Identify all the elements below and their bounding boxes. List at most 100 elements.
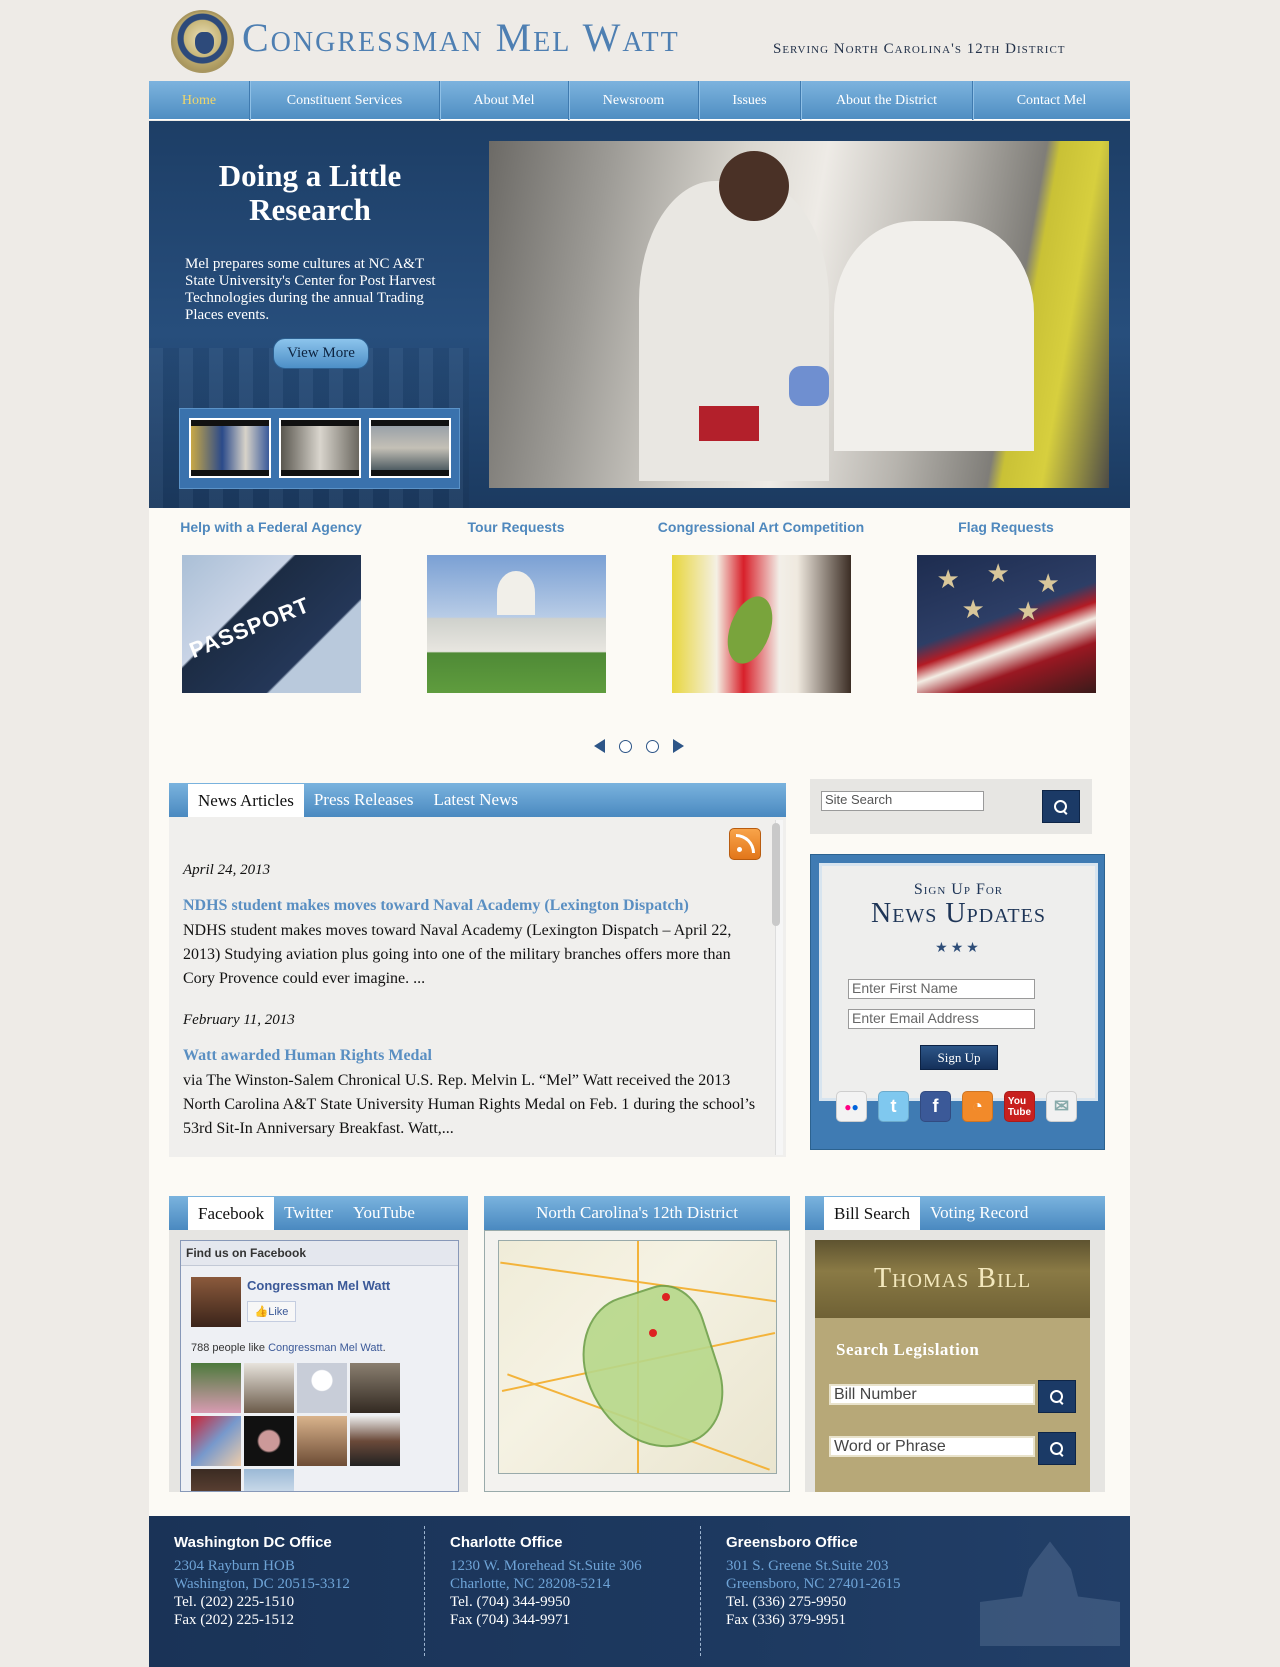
fan-avatar[interactable] xyxy=(297,1363,347,1413)
fan-avatar[interactable] xyxy=(350,1363,400,1413)
email-input[interactable]: Enter Email Address xyxy=(848,1009,1035,1029)
rss-icon[interactable]: ◔ xyxy=(962,1091,993,1122)
fan-avatar[interactable] xyxy=(350,1416,400,1466)
tab-latest-news[interactable]: Latest News xyxy=(423,783,528,817)
fb-like-label: Like xyxy=(268,1305,289,1318)
service-title[interactable]: Congressional Art Competition xyxy=(651,519,871,539)
hero-thumbnail-1[interactable] xyxy=(189,418,271,478)
hero-photo[interactable] xyxy=(489,141,1109,488)
office-address-line2[interactable]: Greensboro, NC 27401-2615 xyxy=(726,1575,981,1593)
thumbs-up-icon: 👍 xyxy=(254,1306,269,1318)
tab-youtube[interactable]: YouTube xyxy=(343,1196,425,1230)
tab-facebook[interactable]: Facebook xyxy=(188,1197,275,1230)
search-icon xyxy=(1050,1441,1064,1456)
capitol-image[interactable] xyxy=(426,555,606,693)
facebook-icon[interactable]: f xyxy=(920,1091,951,1122)
word-or-phrase-input[interactable]: Word or Phrase xyxy=(829,1436,1035,1457)
hero-thumbnail-3[interactable] xyxy=(369,418,451,478)
flag-image[interactable]: ★ ★ ★ ★ ★ xyxy=(916,555,1096,693)
office-address-line1[interactable]: 301 S. Greene St.Suite 203 xyxy=(726,1557,981,1575)
search-legislation-label: Search Legislation xyxy=(836,1340,980,1359)
service-flag-requests[interactable]: Flag Requests ★ ★ ★ ★ ★ xyxy=(896,519,1116,693)
house-seal-logo[interactable] xyxy=(171,10,234,73)
hero-thumbnail-2[interactable] xyxy=(279,418,361,478)
search-icon xyxy=(1050,1389,1064,1404)
rss-feed-icon[interactable] xyxy=(729,828,761,860)
fan-avatar[interactable] xyxy=(297,1416,347,1466)
office-address-line1[interactable]: 1230 W. Morehead St.Suite 306 xyxy=(450,1557,705,1575)
twitter-icon[interactable]: t xyxy=(878,1091,909,1122)
nav-constituent-services[interactable]: Constituent Services xyxy=(250,81,440,120)
office-address-line2[interactable]: Washington, DC 20515-3312 xyxy=(174,1575,429,1593)
service-tour-requests[interactable]: Tour Requests xyxy=(406,519,626,693)
tab-twitter[interactable]: Twitter xyxy=(274,1196,343,1230)
page-avatar[interactable] xyxy=(191,1277,241,1327)
carousel-pager xyxy=(594,739,684,753)
nav-home[interactable]: Home xyxy=(149,81,250,120)
fan-avatar[interactable] xyxy=(244,1469,294,1491)
nav-about-the-district[interactable]: About the District xyxy=(801,81,973,120)
office-address-line1[interactable]: 2304 Rayburn HOB xyxy=(174,1557,429,1575)
service-title[interactable]: Flag Requests xyxy=(896,519,1116,539)
nav-contact-mel[interactable]: Contact Mel xyxy=(973,81,1130,120)
news-scrollbar[interactable] xyxy=(772,820,783,1155)
stars-divider: ★★★ xyxy=(935,941,982,956)
nav-issues[interactable]: Issues xyxy=(699,81,801,120)
passport-image-text: PASSPORT xyxy=(185,592,313,663)
art-image[interactable] xyxy=(671,555,851,693)
service-title[interactable]: Help with a Federal Agency xyxy=(161,519,381,539)
tab-news-articles[interactable]: News Articles xyxy=(188,784,304,817)
office-fax: Fax (704) 344-9971 xyxy=(450,1612,570,1628)
view-more-button[interactable]: View More xyxy=(273,338,369,369)
map-pin-icon[interactable] xyxy=(649,1329,657,1337)
bill-number-search-button[interactable] xyxy=(1038,1380,1076,1413)
office-washington: Washington DC Office 2304 Rayburn HOB Wa… xyxy=(174,1534,429,1629)
flickr-icon[interactable]: ● ● xyxy=(836,1091,867,1122)
site-search-input[interactable]: Site Search xyxy=(821,791,984,811)
service-title[interactable]: Tour Requests xyxy=(406,519,626,539)
tab-voting-record[interactable]: Voting Record xyxy=(920,1196,1038,1230)
bill-number-input[interactable]: Bill Number xyxy=(829,1384,1035,1405)
email-icon[interactable]: ✉ xyxy=(1046,1091,1077,1122)
youtube-icon[interactable]: You Tube xyxy=(1004,1091,1035,1122)
pager-dot-2[interactable] xyxy=(646,739,659,753)
footer-divider xyxy=(700,1526,701,1656)
pager-dot-1[interactable] xyxy=(619,739,632,753)
district-map[interactable] xyxy=(498,1240,777,1474)
first-name-input[interactable]: Enter First Name xyxy=(848,979,1035,999)
fb-page-link[interactable]: Congressman Mel Watt xyxy=(268,1342,383,1354)
previous-arrow-icon[interactable] xyxy=(594,739,605,753)
site-subtitle: Serving North Carolina's 12th District xyxy=(773,41,1066,57)
word-search-button[interactable] xyxy=(1038,1432,1076,1465)
fb-like-button[interactable]: 👍 Like xyxy=(247,1301,296,1322)
site-title[interactable]: Congressman Mel Watt xyxy=(242,18,680,58)
signup-heading: News Updates xyxy=(870,898,1046,929)
nav-newsroom[interactable]: Newsroom xyxy=(569,81,699,120)
fb-like-count-text: 788 people like xyxy=(191,1342,269,1354)
eagle-icon xyxy=(195,32,214,54)
news-panel: April 24, 2013 NDHS student makes moves … xyxy=(169,817,786,1157)
district-title: North Carolina's 12th District xyxy=(536,1203,738,1222)
passport-image[interactable]: PASSPORT xyxy=(181,555,361,693)
fan-avatar[interactable] xyxy=(191,1469,241,1491)
fan-avatar[interactable] xyxy=(191,1416,241,1466)
site-search-button[interactable] xyxy=(1042,790,1080,823)
fb-page-name[interactable]: Congressman Mel Watt xyxy=(247,1278,390,1293)
fan-avatar[interactable] xyxy=(244,1363,294,1413)
fb-like-count: 788 people like Congressman Mel Watt. xyxy=(191,1342,386,1354)
service-art-competition[interactable]: Congressional Art Competition xyxy=(651,519,871,693)
office-address-line2[interactable]: Charlotte, NC 28208-5214 xyxy=(450,1575,705,1593)
tab-bill-search[interactable]: Bill Search xyxy=(824,1197,921,1230)
news-headline[interactable]: NDHS student makes moves toward Naval Ac… xyxy=(183,897,689,915)
nav-about-mel[interactable]: About Mel xyxy=(440,81,569,120)
news-scrollbar-thumb[interactable] xyxy=(772,823,780,926)
tab-press-releases[interactable]: Press Releases xyxy=(304,783,424,817)
service-federal-agency[interactable]: Help with a Federal Agency PASSPORT xyxy=(161,519,381,693)
map-pin-icon[interactable] xyxy=(662,1293,670,1301)
fan-avatar[interactable] xyxy=(191,1363,241,1413)
signup-heading-small: Sign Up For xyxy=(913,881,1004,898)
sign-up-button[interactable]: Sign Up xyxy=(920,1045,998,1070)
news-headline[interactable]: Watt awarded Human Rights Medal xyxy=(183,1047,432,1065)
fan-avatar[interactable] xyxy=(244,1416,294,1466)
next-arrow-icon[interactable] xyxy=(673,739,684,753)
